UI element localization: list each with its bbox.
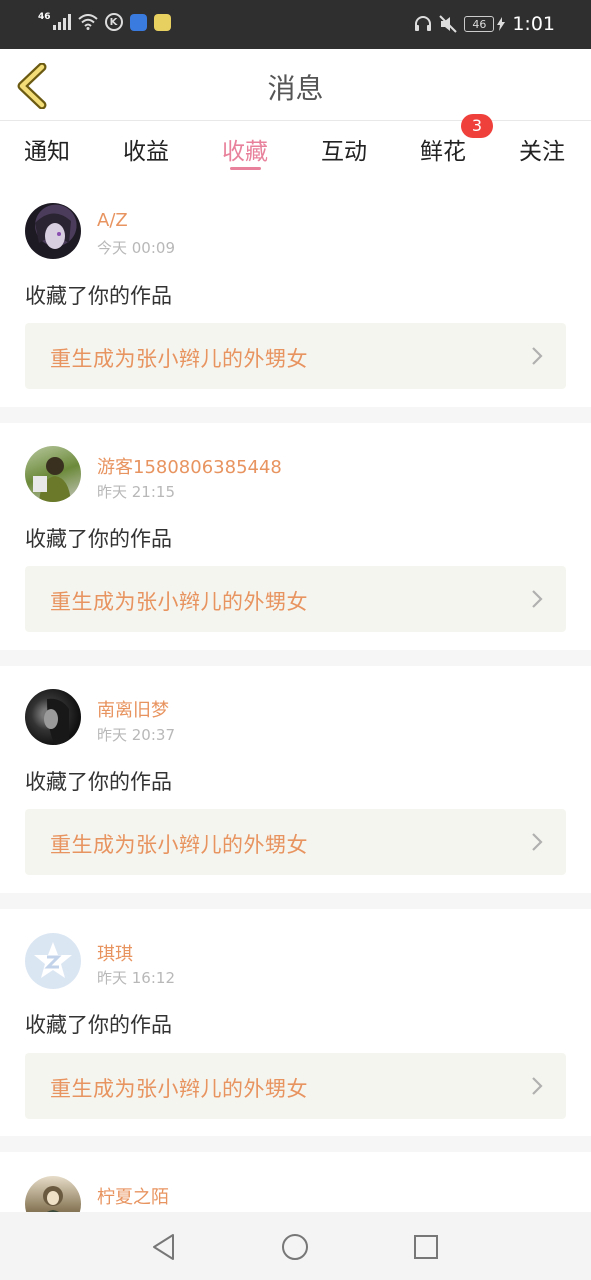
header-bar: 消息 (0, 49, 591, 121)
work-title: 重生成为张小辫儿的外甥女 (50, 347, 308, 371)
chevron-right-icon (532, 590, 543, 608)
username[interactable]: A/Z (97, 210, 128, 231)
action-text: 收藏了你的作品 (25, 527, 172, 551)
message-card: 游客1580806385448 昨天 21:15 收藏了你的作品 重生成为张小辫… (0, 423, 591, 650)
chevron-right-icon (532, 833, 543, 851)
battery-level: 46 (464, 16, 495, 32)
app-notification-icon (129, 13, 147, 31)
work-title: 重生成为张小辫儿的外甥女 (50, 590, 308, 614)
app-notification-icon-2 (153, 13, 171, 31)
signal-icon (52, 14, 71, 30)
username[interactable]: 柠夏之陌 (97, 1183, 169, 1209)
recents-square-icon[interactable] (411, 1232, 441, 1262)
tab-favorites[interactable]: 收藏 (222, 132, 268, 166)
work-link[interactable]: 重生成为张小辫儿的外甥女 (25, 1053, 566, 1119)
action-text: 收藏了你的作品 (25, 1013, 172, 1037)
avatar-image (33, 457, 71, 502)
clock: 1:01 (512, 13, 555, 35)
message-card: 南离旧梦 昨天 20:37 收藏了你的作品 重生成为张小辫儿的外甥女 (0, 666, 591, 893)
back-triangle-icon[interactable] (149, 1232, 179, 1262)
timestamp: 昨天 16:12 (97, 969, 175, 987)
wifi-icon (77, 14, 98, 30)
avatar[interactable] (25, 203, 81, 259)
chevron-right-icon (532, 1077, 543, 1095)
tab-flowers[interactable]: 鲜花 (420, 132, 466, 166)
username[interactable]: 游客1580806385448 (97, 453, 282, 479)
work-link[interactable]: 重生成为张小辫儿的外甥女 (25, 809, 566, 875)
flowers-badge: 3 (461, 114, 493, 138)
avatar-image (35, 213, 71, 249)
tab-bar: 通知 收益 收藏 互动 鲜花 关注 (0, 121, 591, 181)
work-title: 重生成为张小辫儿的外甥女 (50, 1077, 308, 1101)
message-card: A/Z 今天 00:09 收藏了你的作品 重生成为张小辫儿的外甥女 (0, 181, 591, 407)
tab-notifications[interactable]: 通知 (24, 132, 70, 166)
chevron-right-icon (532, 347, 543, 365)
battery-indicator: 46 (464, 16, 506, 32)
charging-icon (497, 17, 506, 31)
mute-icon (439, 15, 458, 33)
action-text: 收藏了你的作品 (25, 284, 172, 308)
timestamp: 今天 00:09 (97, 239, 175, 257)
work-link[interactable]: 重生成为张小辫儿的外甥女 (25, 323, 566, 389)
status-right: 46 1:01 (414, 13, 555, 35)
headset-icon (415, 16, 432, 31)
work-title: 重生成为张小辫儿的外甥女 (50, 833, 308, 857)
page-title: 消息 (267, 72, 324, 105)
avatar-image (43, 1186, 63, 1212)
active-tab-indicator (230, 167, 261, 170)
timestamp: 昨天 20:37 (97, 726, 175, 744)
message-card: 琪琪 昨天 16:12 收藏了你的作品 重生成为张小辫儿的外甥女 (0, 909, 591, 1136)
home-circle-icon[interactable] (280, 1232, 310, 1262)
avatar-image (44, 698, 69, 745)
avatar[interactable] (25, 1176, 81, 1212)
status-bar: 46 K 46 1:01 (0, 0, 591, 49)
work-link[interactable]: 重生成为张小辫儿的外甥女 (25, 566, 566, 632)
username[interactable]: 琪琪 (97, 940, 133, 966)
avatar[interactable] (25, 689, 81, 745)
username[interactable]: 南离旧梦 (97, 696, 169, 722)
network-type: 46 (38, 11, 51, 22)
tab-interactions[interactable]: 互动 (321, 132, 367, 166)
avatar[interactable] (25, 446, 81, 502)
system-nav-bar (0, 1212, 591, 1280)
tab-earnings[interactable]: 收益 (123, 132, 169, 166)
k-icon: K (104, 13, 123, 31)
avatar[interactable] (25, 933, 81, 989)
timestamp: 昨天 21:15 (97, 483, 175, 501)
message-card: 柠夏之陌 (0, 1152, 591, 1212)
default-avatar-icon (34, 942, 72, 978)
status-left: 46 K (38, 11, 171, 31)
tab-following[interactable]: 关注 (519, 132, 565, 166)
action-text: 收藏了你的作品 (25, 770, 172, 794)
